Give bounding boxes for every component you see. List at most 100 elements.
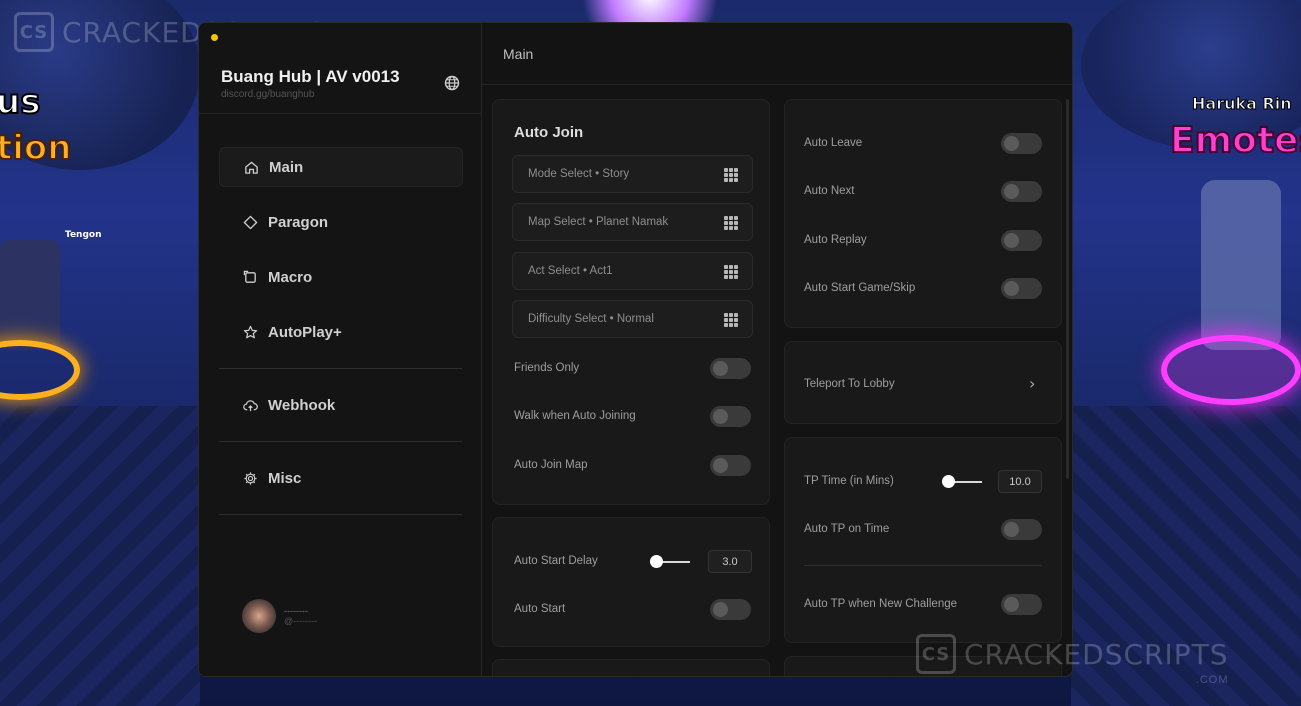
user-name: --------: [284, 606, 308, 616]
scrollbar[interactable]: [1066, 99, 1069, 479]
auto-join-card: Auto Join Mode Select • Story Map Select…: [492, 99, 770, 505]
sidebar-item-label: Paragon: [268, 213, 329, 231]
auto-start-label: Auto Start: [514, 603, 566, 615]
star-icon: [243, 325, 258, 338]
walk-auto-join-toggle[interactable]: [710, 406, 751, 427]
main-header: Main: [482, 23, 1072, 85]
tp-time-label: TP Time (in Mins): [804, 475, 894, 487]
tp-time-value[interactable]: 10.0: [998, 470, 1042, 493]
sidebar-divider: [219, 514, 462, 515]
auto-start-delay-value[interactable]: 3.0: [708, 550, 752, 573]
discord-link[interactable]: discord.gg/buanghub: [221, 89, 400, 100]
grid-icon: [724, 265, 738, 279]
auto-join-map-label: Auto Join Map: [514, 459, 588, 471]
sidebar-item-paragon[interactable]: Paragon: [219, 202, 463, 242]
map-select-label: Map Select • Planet Namak: [528, 216, 669, 228]
npc-name-left: Tengon: [65, 230, 102, 240]
tp-time-card: TP Time (in Mins) 10.0 Auto TP on Time A…: [784, 437, 1062, 643]
auto-leave-toggle[interactable]: [1001, 133, 1042, 154]
auto-start-delay-label: Auto Start Delay: [514, 555, 598, 567]
avatar: [242, 599, 276, 633]
character-right: [1201, 180, 1281, 350]
sidebar-item-main[interactable]: Main: [219, 147, 463, 187]
sidebar-item-label: Misc: [268, 469, 302, 487]
difficulty-select-label: Difficulty Select • Normal: [528, 313, 654, 325]
auto-leave-label: Auto Leave: [804, 137, 863, 149]
sidebar: Buang Hub | AV v0013 discord.gg/buanghub…: [199, 23, 482, 676]
sidebar-divider: [199, 113, 481, 114]
page-title: Main: [503, 46, 534, 62]
window-title: Buang Hub | AV v0013: [221, 67, 400, 86]
watermark-logo: CS: [14, 12, 54, 52]
tp-time-slider[interactable]: [942, 471, 982, 492]
friends-only-toggle[interactable]: [710, 358, 751, 379]
auto-start-game-label: Auto Start Game/Skip: [804, 282, 916, 294]
watermark-logo: CS: [916, 634, 956, 674]
gear-icon: [244, 471, 257, 485]
mode-select-label: Mode Select • Story: [528, 168, 630, 180]
watermark-name: CRACKEDSCRIPTS: [964, 637, 1229, 671]
sidebar-divider: [219, 368, 462, 369]
auto-join-title: Auto Join: [514, 124, 584, 141]
teleport-to-lobby-button[interactable]: Teleport To Lobby ›: [784, 341, 1062, 424]
sidebar-item-label: AutoPlay+: [268, 323, 342, 341]
cloud-upload-icon: [243, 399, 258, 411]
difficulty-select[interactable]: Difficulty Select • Normal: [512, 300, 753, 338]
sidebar-item-misc[interactable]: Misc: [219, 458, 463, 498]
npc-name-right: Haruka Rin: [1192, 94, 1293, 114]
status-dot: [211, 34, 218, 41]
slider-knob[interactable]: [942, 475, 955, 488]
auto-next-label: Auto Next: [804, 185, 855, 197]
auto-tp-on-time-toggle[interactable]: [1001, 519, 1042, 540]
auto-replay-label: Auto Replay: [804, 234, 867, 246]
sidebar-item-macro[interactable]: Macro: [219, 257, 463, 297]
auto-start-toggle[interactable]: [710, 599, 751, 620]
collapsed-card: [492, 659, 770, 676]
home-icon: [245, 161, 258, 174]
diamond-icon: [243, 215, 258, 229]
auto-join-map-toggle[interactable]: [710, 455, 751, 476]
map-select[interactable]: Map Select • Planet Namak: [512, 203, 753, 241]
watermark-bottom: CS CRACKEDSCRIPTS .COM: [916, 634, 1229, 686]
npc-emotes-label: Emotes: [1169, 119, 1301, 162]
auto-tp-on-time-label: Auto TP on Time: [804, 523, 890, 535]
act-select-label: Act Select • Act1: [528, 265, 613, 277]
floor-left: [0, 406, 200, 706]
globe-icon[interactable]: [444, 75, 460, 91]
grid-icon: [724, 313, 738, 327]
mode-select[interactable]: Mode Select • Story: [512, 155, 753, 193]
brand: Buang Hub | AV v0013 discord.gg/buanghub: [221, 67, 400, 100]
sidebar-item-webhook[interactable]: Webhook: [219, 385, 463, 425]
sidebar-item-label: Macro: [268, 268, 313, 286]
teleport-to-lobby-label: Teleport To Lobby: [804, 378, 895, 390]
billboard-text-left-1: us: [0, 81, 41, 123]
glow-ring-right: [1161, 335, 1301, 405]
auto-options-card: Auto Leave Auto Next Auto Replay Auto St…: [784, 99, 1062, 328]
user-handle: @--------: [284, 616, 318, 626]
watermark-sub: .COM: [1195, 674, 1229, 686]
chevron-right-icon: ›: [1029, 374, 1036, 393]
user-profile: -------- @--------: [242, 599, 317, 633]
character-left: [0, 240, 60, 350]
walk-auto-join-label: Walk when Auto Joining: [514, 410, 636, 422]
sidebar-item-autoplay[interactable]: AutoPlay+: [219, 312, 463, 352]
auto-next-toggle[interactable]: [1001, 181, 1042, 202]
auto-tp-challenge-toggle[interactable]: [1001, 594, 1042, 615]
divider: [804, 565, 1042, 566]
auto-start-game-toggle[interactable]: [1001, 278, 1042, 299]
sidebar-item-label: Main: [269, 158, 304, 176]
auto-tp-challenge-label: Auto TP when New Challenge: [804, 598, 958, 610]
auto-replay-toggle[interactable]: [1001, 230, 1042, 251]
slider-knob[interactable]: [650, 555, 663, 568]
hub-window: Buang Hub | AV v0013 discord.gg/buanghub…: [198, 22, 1073, 677]
auto-start-delay-slider[interactable]: [650, 551, 690, 572]
friends-only-label: Friends Only: [514, 362, 580, 374]
billboard-text-left-2: tion: [0, 127, 72, 169]
grid-icon: [724, 216, 738, 230]
sidebar-divider: [219, 441, 462, 442]
sidebar-item-label: Webhook: [268, 396, 336, 414]
grid-icon: [724, 168, 738, 182]
macro-icon: [243, 270, 256, 283]
act-select[interactable]: Act Select • Act1: [512, 252, 753, 290]
auto-start-card: Auto Start Delay 3.0 Auto Start: [492, 517, 770, 647]
